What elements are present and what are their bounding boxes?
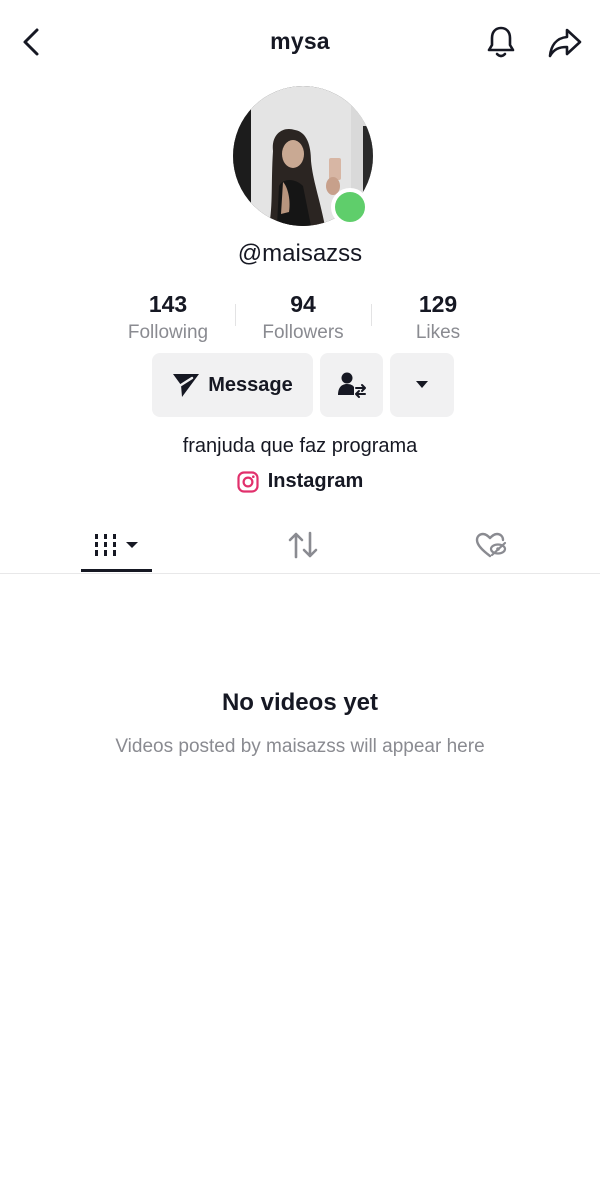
empty-state-title: No videos yet bbox=[221, 689, 379, 716]
more-options-button[interactable] bbox=[390, 353, 454, 417]
videos-grid-icon bbox=[94, 534, 138, 556]
repost-icon bbox=[288, 531, 318, 559]
share-arrow-icon bbox=[548, 28, 582, 58]
add-friend-swap-icon bbox=[337, 372, 366, 398]
liked-hidden-icon bbox=[475, 532, 507, 558]
tab-reposts[interactable] bbox=[268, 518, 338, 572]
stat-likes[interactable]: 129 Likes bbox=[368, 290, 508, 346]
stat-value: 143 bbox=[148, 291, 188, 317]
online-status-indicator bbox=[331, 188, 369, 226]
bell-icon bbox=[487, 26, 515, 58]
stat-label: Following bbox=[127, 322, 209, 343]
active-tab-indicator bbox=[81, 569, 152, 572]
instagram-label: Instagram bbox=[267, 470, 364, 492]
empty-state-subtitle: Videos posted by maisazss will appear he… bbox=[115, 736, 485, 757]
instagram-icon bbox=[237, 470, 259, 493]
message-label: Message bbox=[208, 373, 293, 396]
stat-label: Likes bbox=[415, 322, 461, 343]
profile-stats: 143 Following 94 Followers 129 Likes bbox=[0, 290, 600, 350]
stat-value: 129 bbox=[418, 291, 458, 317]
stat-label: Followers bbox=[262, 322, 344, 343]
tab-videos[interactable] bbox=[81, 518, 152, 572]
share-button[interactable] bbox=[545, 23, 585, 63]
stat-followers[interactable]: 94 Followers bbox=[233, 290, 373, 346]
stat-following[interactable]: 143 Following bbox=[98, 290, 238, 346]
bio-text: franjuda que faz programa bbox=[182, 435, 418, 457]
instagram-link[interactable]: Instagram bbox=[0, 470, 600, 493]
username: @maisazss bbox=[237, 240, 363, 267]
stat-value: 94 bbox=[290, 291, 316, 317]
tab-liked[interactable] bbox=[456, 518, 526, 572]
send-icon bbox=[173, 374, 200, 397]
message-button[interactable]: Message bbox=[152, 353, 313, 417]
notifications-button[interactable] bbox=[482, 22, 520, 62]
caret-down-icon bbox=[416, 381, 428, 388]
friends-button[interactable] bbox=[320, 353, 383, 417]
profile-tabs bbox=[0, 518, 600, 574]
top-bar: mysa bbox=[0, 0, 600, 84]
